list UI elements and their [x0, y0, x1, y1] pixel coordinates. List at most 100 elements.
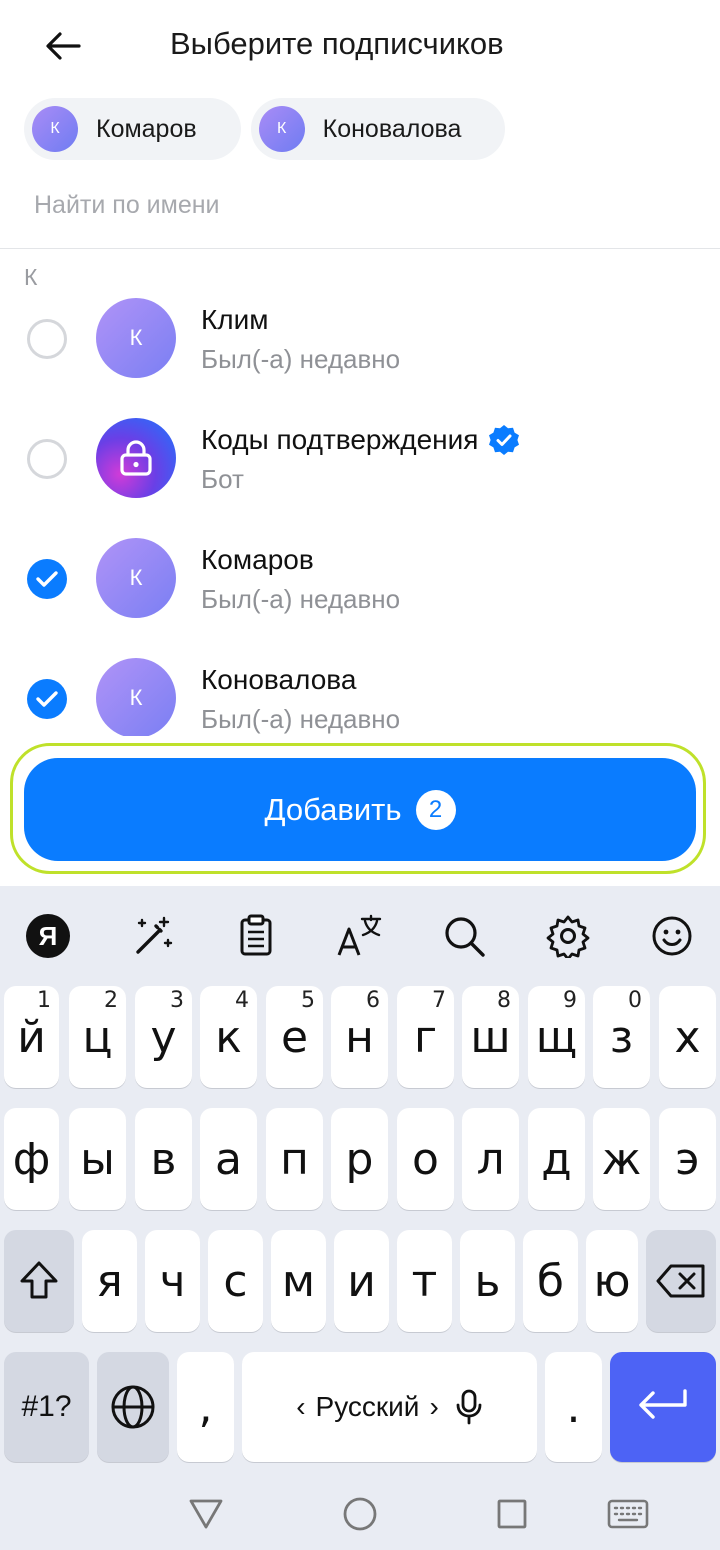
- key-ш[interactable]: ш8: [462, 986, 519, 1088]
- key-э[interactable]: э: [659, 1108, 716, 1210]
- contact-status: Был(-а) недавно: [201, 704, 401, 734]
- key-label: г: [413, 1011, 438, 1063]
- translate-button[interactable]: [336, 912, 384, 960]
- nav-recents-button[interactable]: [490, 1492, 534, 1536]
- key-ц[interactable]: ц2: [69, 986, 126, 1088]
- square-recents-icon: [497, 1499, 527, 1529]
- space-key[interactable]: ‹ Русский ›: [242, 1352, 537, 1462]
- key-у[interactable]: у3: [135, 986, 192, 1088]
- key-ж[interactable]: ж: [593, 1108, 650, 1210]
- clipboard-icon: [240, 914, 272, 956]
- key-ф[interactable]: ф: [4, 1108, 59, 1210]
- key-label: к: [215, 1011, 242, 1063]
- clipboard-button[interactable]: [232, 912, 280, 960]
- key-ю[interactable]: ю: [586, 1230, 638, 1332]
- arrow-left-icon: [46, 32, 81, 60]
- keyboard-icon: [607, 1499, 649, 1529]
- key-label: й: [17, 1011, 46, 1063]
- symbols-key[interactable]: #1?: [4, 1352, 89, 1462]
- selected-chips: К Комаров К Коновалова: [24, 98, 506, 160]
- key-а[interactable]: а: [200, 1108, 257, 1210]
- list-item[interactable]: К Клим Был(-а) недавно: [0, 280, 720, 400]
- key-ь[interactable]: ь: [460, 1230, 515, 1332]
- key-ч[interactable]: ч: [145, 1230, 200, 1332]
- key-с[interactable]: с: [208, 1230, 263, 1332]
- language-key[interactable]: [97, 1352, 169, 1462]
- key-л[interactable]: л: [462, 1108, 519, 1210]
- key-о[interactable]: о: [397, 1108, 454, 1210]
- checkmark-icon: [36, 691, 58, 707]
- key-к[interactable]: к4: [200, 986, 257, 1088]
- nav-back-button[interactable]: [184, 1492, 228, 1536]
- key-н[interactable]: н6: [331, 986, 388, 1088]
- key-и[interactable]: и: [334, 1230, 389, 1332]
- key-е[interactable]: е5: [266, 986, 323, 1088]
- back-button[interactable]: [30, 22, 96, 70]
- selected-chip[interactable]: К Комаров: [24, 98, 241, 160]
- nav-keyboard-button[interactable]: [606, 1492, 650, 1536]
- microphone-icon: [456, 1389, 482, 1425]
- key-т[interactable]: т: [397, 1230, 452, 1332]
- key-х[interactable]: х: [659, 986, 716, 1088]
- avatar: К: [258, 106, 305, 152]
- key-hint: 2: [104, 988, 118, 1013]
- shift-key[interactable]: [4, 1230, 74, 1332]
- magic-wand-button[interactable]: [128, 912, 176, 960]
- key-щ[interactable]: щ9: [528, 986, 585, 1088]
- emoji-button[interactable]: [648, 912, 696, 960]
- key-з[interactable]: з0: [593, 986, 650, 1088]
- key-п[interactable]: п: [266, 1108, 323, 1210]
- bot-avatar: [96, 418, 176, 498]
- selected-chip[interactable]: К Коновалова: [250, 98, 506, 160]
- contact-list[interactable]: К К Клим Был(-а) недавно Коды подтвержде…: [0, 250, 720, 736]
- key-м[interactable]: м: [271, 1230, 326, 1332]
- key-р[interactable]: р: [331, 1108, 388, 1210]
- space-label-group: ‹ Русский ›: [296, 1389, 483, 1425]
- period-key[interactable]: .: [545, 1352, 602, 1462]
- key-label: н: [345, 1011, 374, 1063]
- list-item[interactable]: Коды подтверждения Бот: [0, 400, 720, 520]
- shift-icon: [20, 1261, 58, 1299]
- key-hint: 0: [628, 988, 642, 1013]
- key-г[interactable]: г7: [397, 986, 454, 1088]
- enter-icon: [639, 1389, 687, 1419]
- key-д[interactable]: д: [528, 1108, 585, 1210]
- contact-name: Комаров: [201, 544, 314, 575]
- keyboard: Я й 1 ц 2 у 3 к 4 е 5 н 6 г 7 ш 8 щ 9 з …: [0, 886, 720, 1476]
- key-hint: 8: [497, 988, 511, 1013]
- backspace-key[interactable]: [646, 1230, 716, 1332]
- key-ы[interactable]: ы: [69, 1108, 126, 1210]
- smiley-icon: [652, 916, 692, 956]
- avatar: К: [96, 658, 176, 736]
- select-radio[interactable]: [27, 439, 67, 479]
- comma-key[interactable]: ,: [177, 1352, 234, 1462]
- select-radio-checked[interactable]: [27, 559, 67, 599]
- yandex-button[interactable]: Я: [24, 912, 72, 960]
- enter-key[interactable]: [610, 1352, 716, 1462]
- search-input[interactable]: [34, 188, 684, 222]
- nav-home-button[interactable]: [338, 1492, 382, 1536]
- key-б[interactable]: б: [523, 1230, 578, 1332]
- key-й[interactable]: й1: [4, 986, 59, 1088]
- key-в[interactable]: в: [135, 1108, 192, 1210]
- contact-status: Бот: [201, 464, 244, 494]
- globe-icon: [111, 1385, 155, 1429]
- page-title: Выберите подписчиков: [170, 26, 504, 61]
- key-hint: 5: [301, 988, 315, 1013]
- select-radio-checked[interactable]: [27, 679, 67, 719]
- space-label: Русский: [315, 1391, 420, 1422]
- chevron-right-icon: ›: [429, 1391, 439, 1422]
- select-radio[interactable]: [27, 319, 67, 359]
- header: Выберите подписчиков: [0, 0, 720, 92]
- add-button[interactable]: Добавить 2: [24, 758, 696, 861]
- list-item[interactable]: К Коновалова Был(-а) недавно: [0, 640, 720, 736]
- key-я[interactable]: я: [82, 1230, 137, 1332]
- search-button[interactable]: [440, 912, 488, 960]
- contact-name: Клим: [201, 304, 269, 335]
- key-label: е: [280, 1011, 309, 1063]
- list-item[interactable]: К Комаров Был(-а) недавно: [0, 520, 720, 640]
- gear-icon: [546, 915, 590, 958]
- chip-label: Коновалова: [322, 114, 462, 143]
- settings-button[interactable]: [544, 912, 592, 960]
- checkmark-icon: [36, 571, 58, 587]
